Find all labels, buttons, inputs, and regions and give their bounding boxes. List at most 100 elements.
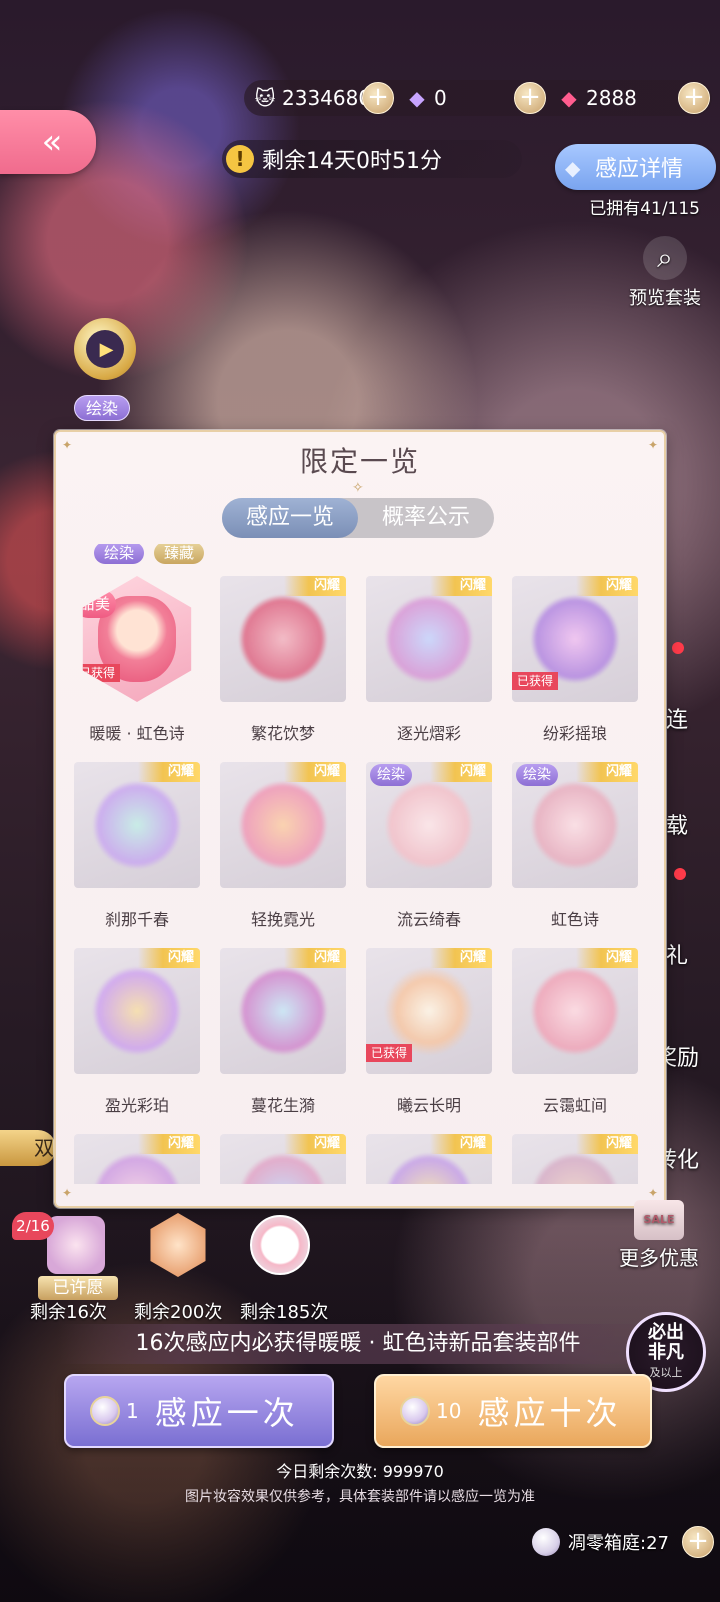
modal-tabs: 感应一览 概率公示	[222, 498, 494, 538]
item-card[interactable]: 闪耀	[74, 1134, 200, 1184]
add-gems-button[interactable]: +	[678, 82, 710, 114]
guarantee-text: 16次感应内必获得暖暖 · 虹色诗新品套装部件	[58, 1324, 658, 1364]
wish-character-thumb[interactable]	[140, 1212, 216, 1278]
modal-title: 限定一览	[299, 445, 420, 478]
owned-badge: 已获得	[366, 1044, 413, 1062]
character-hex-icon	[150, 1213, 206, 1277]
crystal-ball-icon	[400, 1396, 430, 1426]
diamond-value: 0	[434, 86, 447, 110]
item-art	[530, 1152, 620, 1184]
sale-icon: SALE	[634, 1200, 684, 1240]
preview-label: 预览套装	[629, 288, 701, 309]
flash-badge: 闪耀	[138, 1134, 200, 1154]
item-name: 轻挽霓光	[250, 910, 315, 929]
add-coins-button[interactable]: +	[362, 82, 394, 114]
item-art	[238, 966, 328, 1056]
side-menu-item-1[interactable]: 连	[666, 702, 688, 734]
draw-ten-cost: 10	[436, 1399, 462, 1423]
item-card[interactable]: 闪耀 绘染 虹色诗	[512, 762, 638, 930]
item-card[interactable]: 闪耀 已获得 纷彩摇琅	[512, 576, 638, 744]
flash-badge: 闪耀	[284, 576, 346, 596]
item-name: 云霭虹间	[542, 1096, 607, 1115]
item-card[interactable]: 闪耀 已获得 曦云长明	[366, 948, 492, 1116]
item-name: 曦云长明	[396, 1096, 461, 1115]
item-art	[238, 594, 328, 684]
item-card[interactable]: 闪耀	[366, 1134, 492, 1184]
today-remaining: 今日剩余次数: 999970	[276, 1462, 444, 1481]
flash-badge: 闪耀	[284, 762, 346, 782]
item-art	[530, 594, 620, 684]
flash-badge: 闪耀	[576, 948, 638, 968]
item-card[interactable]: 闪耀	[220, 1134, 346, 1184]
box-counter: 凋零箱庭:27	[532, 1524, 669, 1560]
flash-badge: 闪耀	[430, 762, 492, 782]
play-video-button[interactable]: ▶	[74, 318, 136, 380]
dress-icon	[47, 1216, 105, 1274]
event-timer: ! 剩余14天0时51分	[222, 140, 522, 178]
item-list[interactable]: 绘染 臻藏 甜美 已获得 暖暖 · 虹色诗 闪耀 繁花饮梦 闪耀 逐光熠彩 闪耀…	[56, 544, 664, 1184]
preview-outfit-button[interactable]: ⌕ 预览套装	[620, 236, 710, 310]
flash-badge: 闪耀	[430, 948, 492, 968]
flash-badge: 闪耀	[576, 762, 638, 782]
item-art	[238, 780, 328, 870]
item-card[interactable]: 甜美 已获得 暖暖 · 虹色诗	[74, 576, 200, 744]
item-card[interactable]: 闪耀 蔓花生漪	[220, 948, 346, 1116]
add-diamonds-button[interactable]: +	[514, 82, 546, 114]
draw-ten-label: 感应十次	[477, 1394, 622, 1432]
item-art	[92, 966, 182, 1056]
item-art	[92, 1152, 182, 1184]
item-card[interactable]: 闪耀 繁花饮梦	[220, 576, 346, 744]
item-card[interactable]: 闪耀 盈光彩珀	[74, 948, 200, 1116]
collection-filter-tag[interactable]: 臻藏	[154, 544, 205, 564]
tab-induction-list[interactable]: 感应一览	[222, 498, 358, 538]
limited-list-modal: ✦ ✦ ✦ ✦ 限定一览 ✧ 感应一览 概率公示 绘染 臻藏 甜美 已获得 暖暖…	[54, 430, 666, 1208]
draw-ten-button[interactable]: 10 感应十次	[374, 1374, 652, 1448]
dye-filter-tag[interactable]: 绘染	[94, 544, 145, 564]
detail-label: 感应详情	[595, 157, 684, 182]
item-card[interactable]: 闪耀 逐光熠彩	[366, 576, 492, 744]
item-name: 繁花饮梦	[250, 724, 315, 743]
gem-value: 2888	[586, 86, 637, 110]
add-box-button[interactable]: +	[682, 1526, 714, 1558]
item-card[interactable]: 闪耀 绘染 流云绮春	[366, 762, 492, 930]
draw-once-button[interactable]: 1 感应一次	[64, 1374, 334, 1448]
disclaimer: 图片妆容效果仅供参考，具体套装部件请以感应一览为准	[185, 1489, 535, 1505]
flash-badge: 闪耀	[138, 948, 200, 968]
flash-badge: 闪耀	[430, 576, 492, 596]
filter-tags: 绘染 臻藏	[94, 544, 205, 564]
item-art	[384, 780, 474, 870]
item-card[interactable]: 闪耀 轻挽霓光	[220, 762, 346, 930]
item-card[interactable]: 闪耀 云霭虹间	[512, 948, 638, 1116]
item-card[interactable]: 闪耀	[512, 1134, 638, 1184]
item-art	[530, 966, 620, 1056]
flash-badge: 闪耀	[576, 1134, 638, 1154]
item-card[interactable]: 闪耀 刹那千春	[74, 762, 200, 930]
more-deals-button[interactable]: SALE 更多优惠	[604, 1200, 714, 1271]
remain-count-1: 剩余16次	[30, 1302, 107, 1323]
flash-badge: 闪耀	[430, 1134, 492, 1154]
side-menu-item-3[interactable]: 礼	[666, 938, 688, 970]
remain-count-3: 剩余185次	[240, 1302, 329, 1323]
tab-probability[interactable]: 概率公示	[358, 498, 494, 538]
item-art	[384, 966, 474, 1056]
dye-badge: 绘染	[516, 764, 558, 786]
pink-gem-icon: ◆	[561, 86, 577, 110]
play-icon: ▶	[86, 330, 124, 368]
crystal-ball-icon	[532, 1528, 560, 1556]
double-button[interactable]: 双	[0, 1130, 56, 1166]
side-menu-item-2[interactable]: 载	[666, 808, 688, 840]
wish-portrait-thumb[interactable]	[242, 1212, 318, 1278]
item-name: 刹那千春	[104, 910, 169, 929]
induction-detail-button[interactable]: ◆ 感应详情	[555, 144, 716, 190]
box-label: 凋零箱庭:27	[568, 1533, 669, 1554]
portrait-icon	[250, 1215, 310, 1275]
item-art	[530, 780, 620, 870]
dye-tag[interactable]: 绘染	[74, 395, 130, 421]
item-name: 流云绮春	[396, 910, 461, 929]
corner-ornament: ✦	[647, 1186, 658, 1200]
title-ornament: ✧	[352, 480, 364, 496]
back-button[interactable]: «	[0, 110, 96, 174]
item-name: 逐光熠彩	[396, 724, 461, 743]
flash-badge: 闪耀	[138, 762, 200, 782]
gem-display: ◆ 2888	[556, 80, 637, 116]
